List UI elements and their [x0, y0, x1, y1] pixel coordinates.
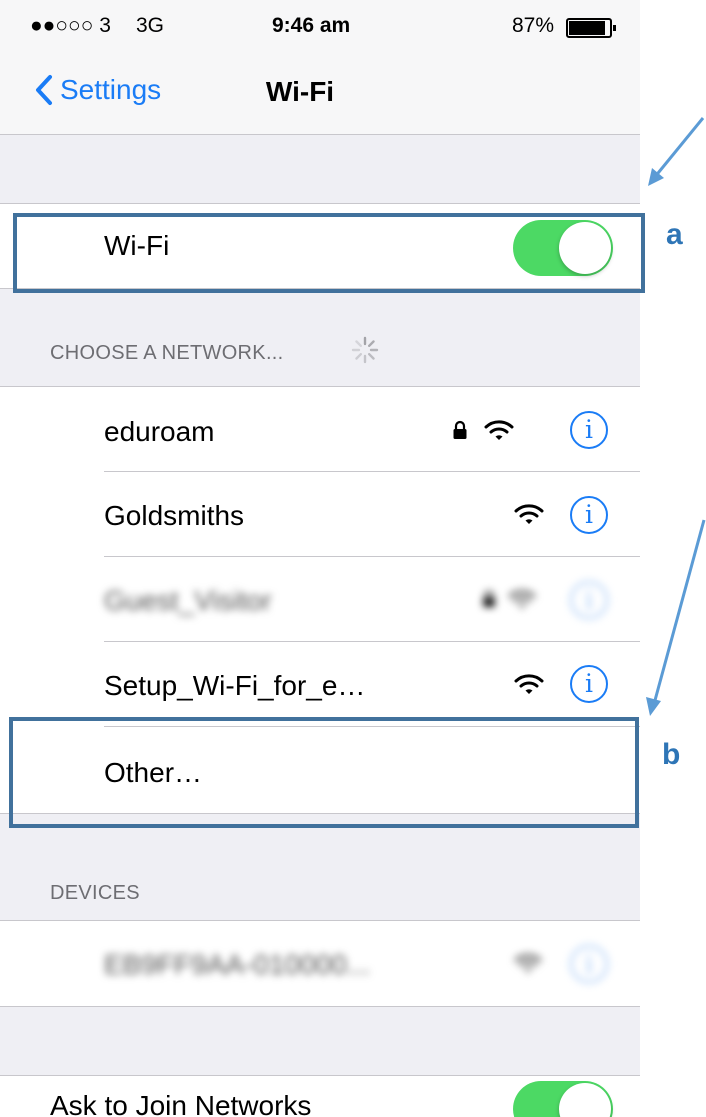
annotation-arrow-b	[646, 519, 706, 716]
